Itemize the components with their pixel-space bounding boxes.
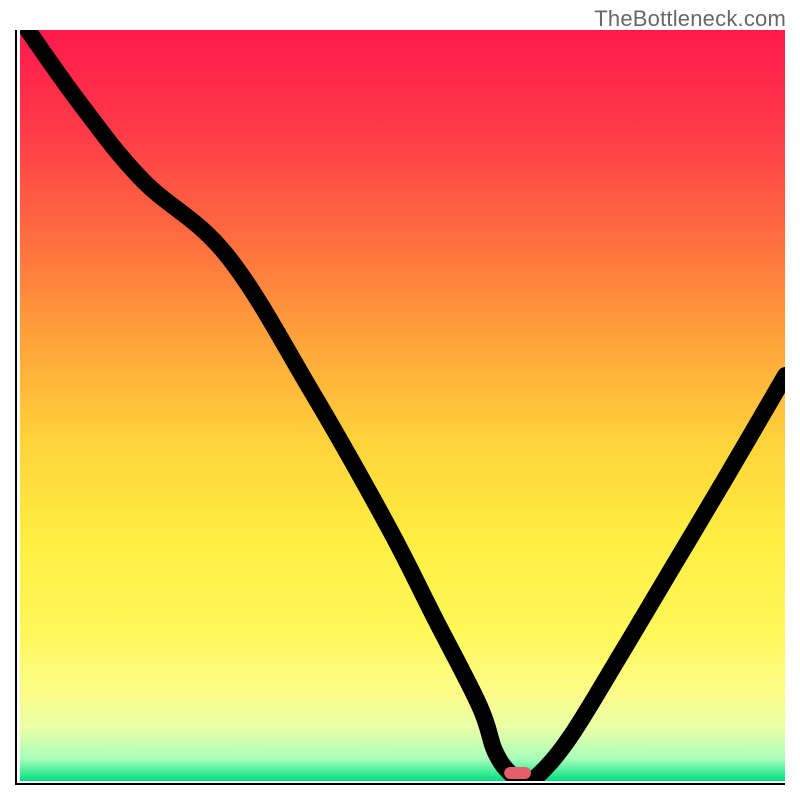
optimal-point-marker — [504, 767, 531, 779]
bottleneck-curve-path — [27, 30, 785, 781]
attribution-text: TheBottleneck.com — [594, 6, 786, 32]
chart-overlay-svg — [20, 30, 786, 781]
bottleneck-chart — [15, 30, 785, 785]
